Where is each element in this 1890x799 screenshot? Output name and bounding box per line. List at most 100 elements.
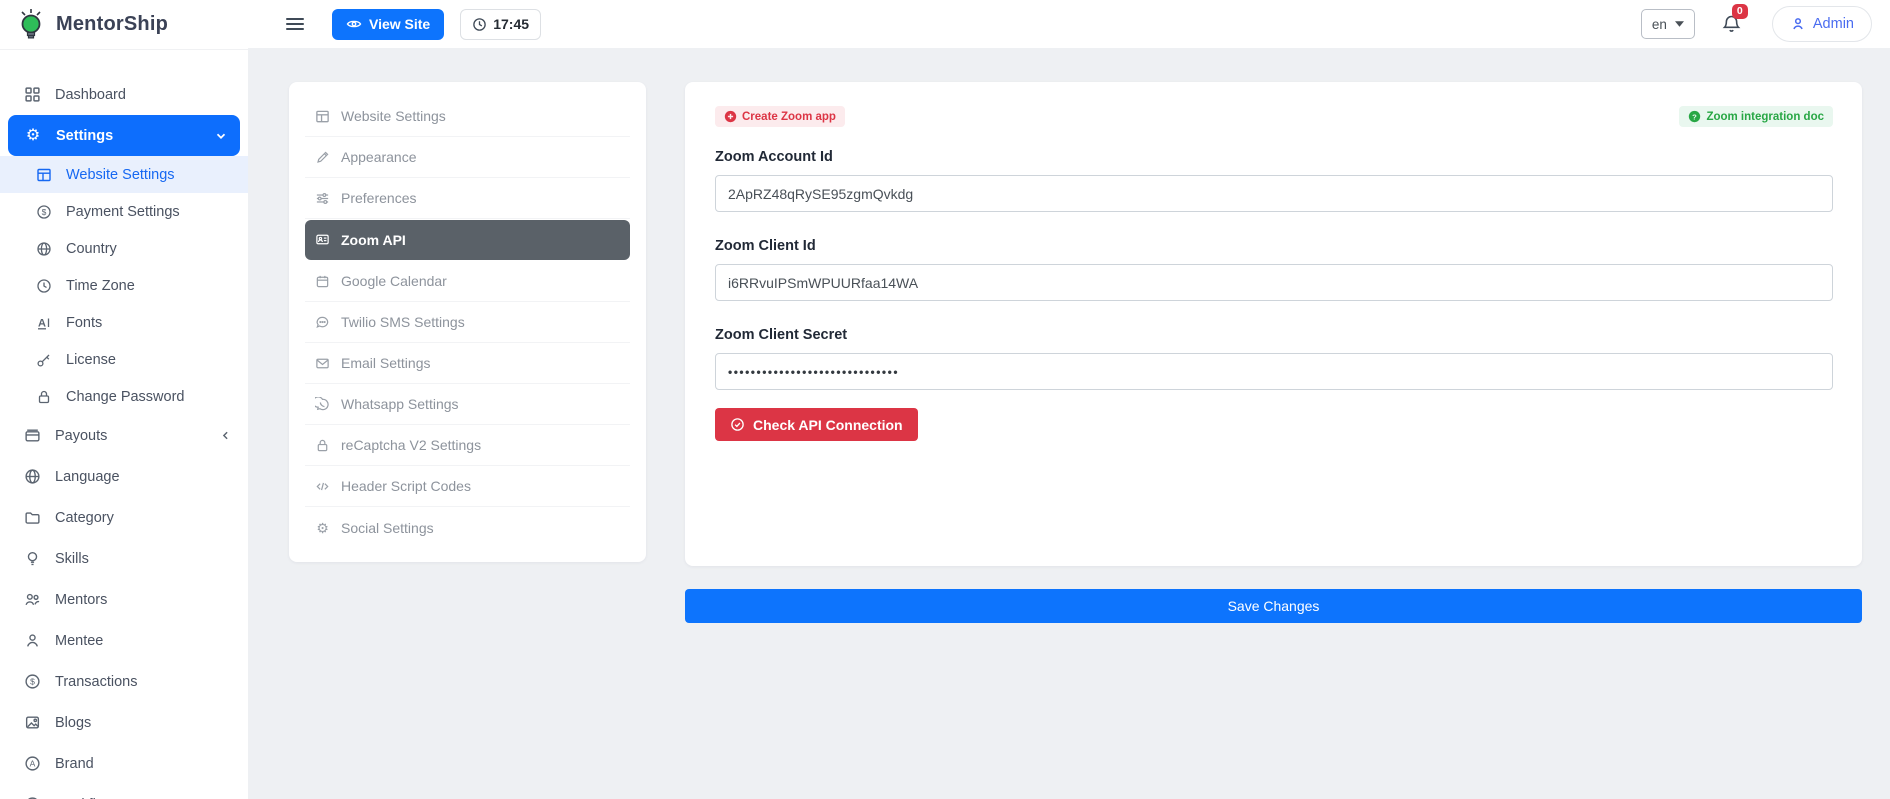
layout-icon bbox=[36, 167, 52, 183]
sidebar-item-workflow[interactable]: Workflow bbox=[0, 784, 248, 799]
sidebar-item-mentee[interactable]: Mentee bbox=[0, 620, 248, 661]
sidebar-item-payouts[interactable]: Payouts bbox=[0, 415, 248, 456]
zoom-api-panel: Create Zoom app ? Zoom integration doc Z… bbox=[685, 82, 1862, 623]
topbar: View Site 17:45 en 0 Admin bbox=[248, 0, 1890, 48]
sidebar-item-language[interactable]: Language bbox=[0, 456, 248, 497]
sidebar-item-change-password[interactable]: Change Password bbox=[0, 378, 248, 415]
sidebar-item-label: Payment Settings bbox=[66, 204, 180, 220]
sidebar-item-label: Change Password bbox=[66, 389, 185, 405]
sidebar-item-label: Mentee bbox=[55, 633, 103, 649]
sidebar-item-label: License bbox=[66, 352, 116, 368]
users-icon bbox=[24, 591, 41, 608]
check-circle-icon bbox=[730, 417, 745, 432]
sidebar-item-license[interactable]: License bbox=[0, 341, 248, 378]
sidebar-item-label: Time Zone bbox=[66, 278, 135, 294]
zoom-client-id-label: Zoom Client Id bbox=[715, 238, 1833, 254]
brand[interactable]: MentorShip bbox=[0, 0, 248, 50]
sidebar-item-mentors[interactable]: Mentors bbox=[0, 579, 248, 620]
settings-nav-twilio-sms[interactable]: Twilio SMS Settings bbox=[305, 302, 630, 343]
sidebar-item-label: Payouts bbox=[55, 428, 107, 444]
sidebar-item-payment-settings[interactable]: $ Payment Settings bbox=[0, 193, 248, 230]
calendar-icon bbox=[315, 274, 330, 289]
bulb-icon bbox=[24, 550, 41, 567]
sidebar-item-label: Mentors bbox=[55, 592, 107, 608]
sidebar-item-fonts[interactable]: A Fonts bbox=[0, 304, 248, 341]
plus-circle-icon bbox=[724, 110, 737, 123]
sidebar-item-category[interactable]: Category bbox=[0, 497, 248, 538]
fonts-icon: A bbox=[36, 315, 52, 331]
sidebar-item-label: Settings bbox=[56, 128, 113, 144]
zoom-integration-doc-link[interactable]: ? Zoom integration doc bbox=[1679, 106, 1833, 127]
content-area: Website Settings Appearance Preferences bbox=[248, 48, 1890, 799]
sidebar: MentorShip Dashboard ⚙ Settings bbox=[0, 0, 248, 799]
settings-nav-preferences[interactable]: Preferences bbox=[305, 178, 630, 219]
check-api-connection-button[interactable]: Check API Connection bbox=[715, 408, 918, 441]
code-icon bbox=[315, 479, 330, 494]
sidebar-item-label: Category bbox=[55, 510, 114, 526]
folder-icon bbox=[24, 509, 41, 526]
sidebar-item-settings[interactable]: ⚙ Settings bbox=[8, 115, 240, 156]
sidebar-item-time-zone[interactable]: Time Zone bbox=[0, 267, 248, 304]
zoom-account-id-input[interactable] bbox=[715, 175, 1833, 212]
layout-icon bbox=[315, 109, 330, 124]
settings-nav-email[interactable]: Email Settings bbox=[305, 343, 630, 384]
svg-text:$: $ bbox=[30, 676, 35, 686]
settings-nav-recaptcha[interactable]: reCaptcha V2 Settings bbox=[305, 425, 630, 466]
zoom-api-card: Create Zoom app ? Zoom integration doc Z… bbox=[685, 82, 1862, 566]
svg-text:A: A bbox=[38, 317, 46, 329]
sidebar-item-label: Fonts bbox=[66, 315, 102, 331]
create-zoom-app-link[interactable]: Create Zoom app bbox=[715, 106, 845, 127]
lightbulb-logo-icon bbox=[16, 8, 46, 42]
save-changes-button[interactable]: Save Changes bbox=[685, 589, 1862, 623]
gear-icon: ⚙ bbox=[315, 521, 330, 535]
sidebar-item-label: Dashboard bbox=[55, 87, 126, 103]
notifications-button[interactable]: 0 bbox=[1721, 13, 1742, 35]
language-dropdown[interactable]: en bbox=[1641, 9, 1695, 39]
sidebar-item-label: Transactions bbox=[55, 674, 137, 690]
zoom-client-secret-label: Zoom Client Secret bbox=[715, 327, 1833, 343]
settings-nav-google-calendar[interactable]: Google Calendar bbox=[305, 261, 630, 302]
sidebar-item-label: Language bbox=[55, 469, 120, 485]
view-site-button[interactable]: View Site bbox=[332, 9, 444, 40]
settings-nav-website-settings[interactable]: Website Settings bbox=[305, 96, 630, 137]
svg-text:?: ? bbox=[1693, 112, 1698, 121]
sidebar-item-label: Country bbox=[66, 241, 117, 257]
hamburger-menu-icon[interactable] bbox=[286, 15, 304, 33]
settings-nav-appearance[interactable]: Appearance bbox=[305, 137, 630, 178]
grid-icon bbox=[24, 86, 41, 103]
sidebar-item-label: Brand bbox=[55, 756, 94, 772]
whatsapp-icon bbox=[315, 397, 330, 412]
zoom-client-secret-input[interactable] bbox=[715, 353, 1833, 390]
caret-down-icon bbox=[1675, 21, 1684, 27]
sidebar-item-website-settings[interactable]: Website Settings bbox=[0, 156, 248, 193]
settings-nav-zoom-api[interactable]: Zoom API bbox=[305, 220, 630, 260]
dollar-circle-icon: $ bbox=[36, 204, 52, 220]
key-icon bbox=[36, 352, 52, 368]
sidebar-nav: Dashboard ⚙ Settings Website Settings bbox=[0, 50, 248, 799]
sidebar-item-country[interactable]: Country bbox=[0, 230, 248, 267]
mail-icon bbox=[315, 356, 330, 371]
globe-icon bbox=[24, 468, 41, 485]
admin-button[interactable]: Admin bbox=[1772, 6, 1872, 42]
settings-nav-card: Website Settings Appearance Preferences bbox=[289, 82, 646, 562]
sidebar-item-label: Website Settings bbox=[66, 167, 175, 183]
image-icon bbox=[24, 714, 41, 731]
sidebar-item-skills[interactable]: Skills bbox=[0, 538, 248, 579]
zoom-client-id-input[interactable] bbox=[715, 264, 1833, 301]
sidebar-item-brand[interactable]: A Brand bbox=[0, 743, 248, 784]
sidebar-item-dashboard[interactable]: Dashboard bbox=[0, 74, 248, 115]
sliders-icon bbox=[315, 191, 330, 206]
chevron-down-icon bbox=[214, 129, 228, 143]
lock-icon bbox=[36, 389, 52, 405]
settings-nav-social[interactable]: ⚙ Social Settings bbox=[305, 507, 630, 548]
sidebar-item-transactions[interactable]: $ Transactions bbox=[0, 661, 248, 702]
chevron-left-icon bbox=[219, 429, 232, 442]
settings-nav-header-scripts[interactable]: Header Script Codes bbox=[305, 466, 630, 507]
time-display: 17:45 bbox=[460, 9, 541, 40]
clock-icon bbox=[36, 278, 52, 294]
sidebar-item-blogs[interactable]: Blogs bbox=[0, 702, 248, 743]
svg-text:$: $ bbox=[42, 207, 47, 217]
sidebar-item-label: Skills bbox=[55, 551, 89, 567]
settings-nav-whatsapp[interactable]: Whatsapp Settings bbox=[305, 384, 630, 425]
transaction-icon: $ bbox=[24, 673, 41, 690]
